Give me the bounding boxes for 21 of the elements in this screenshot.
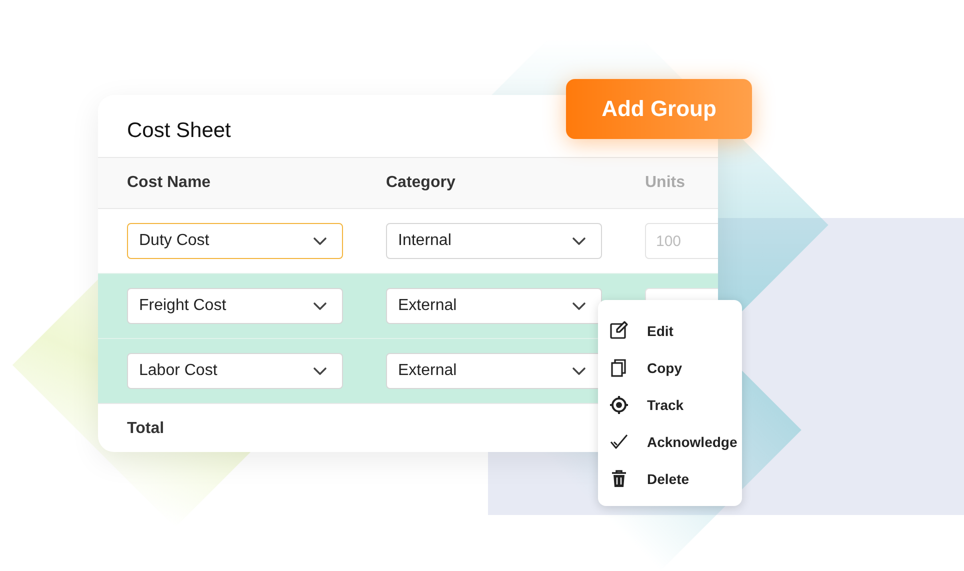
dropdown[interactable]: External (386, 288, 602, 324)
target-icon (608, 394, 630, 416)
chevron-down-icon (313, 302, 327, 310)
chevron-down-icon (572, 366, 586, 376)
dropdown[interactable]: Freight Cost (127, 288, 343, 324)
column-header: Category (386, 174, 456, 192)
menu-item[interactable]: Delete (608, 460, 742, 497)
total-label: Total (127, 420, 164, 438)
column-header: Units (645, 174, 685, 192)
table-row[interactable]: Duty Cost Internal 100 (98, 208, 718, 273)
chevron-down-icon (572, 236, 586, 246)
dropdown[interactable]: Duty Cost (127, 223, 343, 259)
chevron-down-icon (313, 236, 327, 246)
chevron-down-icon (313, 366, 327, 376)
menu-item[interactable]: Acknowledge (608, 423, 742, 460)
edit-icon (608, 320, 630, 342)
card-title: Cost Sheet (127, 119, 231, 143)
column-header: Cost Name (127, 174, 212, 192)
dropdown[interactable]: Labor Cost (127, 353, 343, 389)
chevron-down-icon (572, 302, 586, 310)
dropdown[interactable]: Internal (386, 223, 602, 259)
